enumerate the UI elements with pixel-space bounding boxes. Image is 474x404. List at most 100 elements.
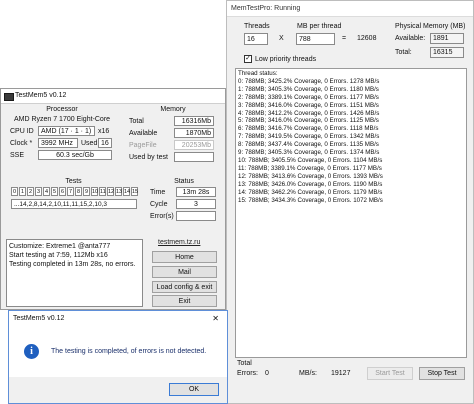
clock-field: 3992 MHz	[38, 138, 78, 148]
log-line: Testing completed in 13m 28s, no errors.	[9, 261, 136, 268]
threads-label: Threads	[244, 23, 270, 30]
total-mb-value: 12608	[357, 35, 377, 42]
mem-available-label: Available	[129, 130, 158, 137]
test-number-cell: 5	[51, 187, 58, 196]
mb-per-thread-label: MB per thread	[297, 23, 342, 30]
start-test-button[interactable]: Start Test	[367, 367, 413, 380]
memtestpro-title: MemTestPro: Running	[227, 1, 473, 17]
thread-status-line: 4: 788MB; 3412.2% Coverage, 0 Errors. 14…	[238, 109, 380, 117]
memtestpro-window: MemTestPro: Running Threads 16 X MB per …	[226, 0, 474, 404]
test-number-cell: 10	[91, 187, 99, 196]
status-group-title: Status	[174, 178, 194, 185]
thread-status-line: 1: 788MB; 3405.3% Coverage, 0 Errors. 11…	[238, 85, 379, 93]
info-icon: i	[24, 344, 39, 359]
low-priority-label: Low priority threads	[255, 56, 317, 63]
ok-button[interactable]: OK	[169, 383, 219, 396]
physical-memory-label: Physical Memory (MB)	[395, 23, 466, 30]
test-number-cell: 2	[27, 187, 34, 196]
thread-status-line: 0: 788MB; 3425.2% Coverage, 0 Errors. 12…	[238, 77, 380, 85]
thread-status-box: Thread status: 0: 788MB; 3425.2% Coverag…	[235, 68, 467, 358]
test-number-cell: 9	[83, 187, 90, 196]
exit-button[interactable]: Exit	[152, 295, 217, 307]
tests-group-title: Tests	[65, 178, 82, 185]
load-config-exit-button[interactable]: Load config & exit	[152, 281, 217, 293]
thread-status-line: 15: 788MB; 3434.3% Coverage, 0 Errors. 1…	[238, 196, 383, 204]
processor-name: AMD Ryzen 7 1700 Eight-Core	[13, 116, 111, 123]
mail-button[interactable]: Mail	[152, 266, 217, 278]
time-field: 13m 28s	[176, 187, 216, 197]
thread-status-title: Thread status:	[238, 70, 278, 77]
available-label: Available:	[395, 35, 426, 42]
clock-label: Clock *	[10, 140, 33, 147]
thread-status-line: 9: 788MB; 3405.3% Coverage, 0 Errors. 13…	[238, 149, 380, 157]
total-footer-label: Total	[237, 360, 252, 367]
total-value: 16315	[430, 47, 464, 58]
multiply-sign: X	[279, 35, 284, 42]
thread-status-line: 10: 788MB; 3405.5% Coverage, 0 Errors. 1…	[238, 156, 383, 164]
test-number-cell: 7	[67, 187, 74, 196]
thread-status-line: 11: 788MB; 3389.1% Coverage, 0 Errors. 1…	[238, 164, 382, 172]
cpu-id-label: CPU ID	[10, 128, 34, 135]
errors-field	[176, 211, 216, 221]
mem-total-field: 16316Mb	[174, 116, 214, 126]
used-by-test-label: Used by test	[129, 154, 168, 161]
test-number-cell: 12	[107, 187, 115, 196]
home-button[interactable]: Home	[152, 251, 217, 263]
equals-sign: =	[342, 35, 347, 42]
time-label: Time	[150, 189, 166, 196]
test-number-cell: 0	[11, 187, 18, 196]
test-number-cell: 4	[43, 187, 50, 196]
mem-total-label: Total	[129, 118, 144, 125]
mbs-value: 19127	[331, 370, 351, 377]
test-number-cell: 15	[131, 187, 139, 196]
thread-status-line: 7: 788MB; 3419.5% Coverage, 0 Errors. 13…	[238, 133, 380, 141]
test-number-cell: 6	[59, 187, 66, 196]
thread-status-line: 13: 788MB; 3426.0% Coverage, 0 Errors. 1…	[238, 180, 383, 188]
testmem5-window: TestMem5 v0.12 Processor AMD Ryzen 7 170…	[0, 88, 226, 310]
cycle-field: 3	[176, 199, 216, 209]
thread-status-line: 2: 788MB; 3389.1% Coverage, 0 Errors. 11…	[238, 93, 379, 101]
pagefile-field: 20253Mb	[174, 140, 214, 150]
thread-status-line: 12: 788MB; 3413.6% Coverage, 0 Errors. 1…	[238, 172, 383, 180]
used-label: Used	[81, 140, 98, 147]
cpu-cores-count: x16	[98, 128, 110, 135]
log-box: Customize: Extreme1 @anta777 Start testi…	[6, 239, 143, 307]
total-label: Total:	[395, 49, 412, 56]
low-priority-checkbox[interactable]: ✓	[244, 55, 252, 63]
test-number-cell: 1	[19, 187, 26, 196]
close-icon[interactable]: ✕	[212, 311, 219, 327]
thread-status-line: 3: 788MB; 3416.0% Coverage, 0 Errors. 11…	[238, 101, 379, 109]
available-value: 1891	[430, 33, 464, 44]
completion-dialog: TestMem5 v0.12 ✕ i The testing is comple…	[8, 310, 228, 404]
processor-group-title: Processor	[46, 106, 78, 113]
threads-input[interactable]: 16	[244, 33, 268, 45]
stop-test-button[interactable]: Stop Test	[419, 367, 465, 380]
test-number-cell: 8	[75, 187, 82, 196]
used-by-test-field	[174, 152, 214, 162]
dialog-titlebar: TestMem5 v0.12 ✕	[9, 311, 227, 327]
thread-status-line: 8: 788MB; 3437.4% Coverage, 0 Errors. 11…	[238, 141, 379, 149]
sse-label: SSE	[10, 152, 25, 159]
thread-status-list: 0: 788MB; 3425.2% Coverage, 0 Errors. 12…	[236, 78, 466, 205]
used-field: 16	[98, 138, 112, 148]
thread-status-line: 14: 788MB; 3462.2% Coverage, 0 Errors. 1…	[238, 188, 383, 196]
cycle-label: Cycle	[150, 201, 168, 208]
sse-field: 60.3 sec/Gb	[38, 150, 112, 160]
test-number-cell: 13	[115, 187, 123, 196]
test-number-cell: 11	[99, 187, 106, 196]
test-number-cell: 14	[123, 187, 131, 196]
mb-per-thread-input[interactable]: 788	[296, 33, 335, 45]
mem-available-field: 1870Mb	[174, 128, 214, 138]
log-line: Start testing at 7:59, 112Mb x16	[9, 252, 108, 259]
test-number-row: 0 1 2 3 4 5 6 7 8 9 10 11 12 13 14 15	[11, 187, 141, 197]
dialog-title: TestMem5 v0.12	[13, 315, 65, 322]
website-link[interactable]: testmem.tz.ru	[158, 239, 200, 246]
memory-group-title: Memory	[160, 106, 186, 113]
errors-label: Error(s)	[150, 213, 174, 220]
test-number-cell: 3	[35, 187, 42, 196]
pagefile-label: PageFile	[129, 142, 157, 149]
errors-label: Errors:	[237, 370, 258, 377]
testmem5-title: TestMem5 v0.12	[15, 92, 67, 99]
testmem5-titlebar: TestMem5 v0.12	[1, 89, 225, 104]
cpu-id-field: AMD (17 · 1 · 1)	[38, 126, 95, 136]
